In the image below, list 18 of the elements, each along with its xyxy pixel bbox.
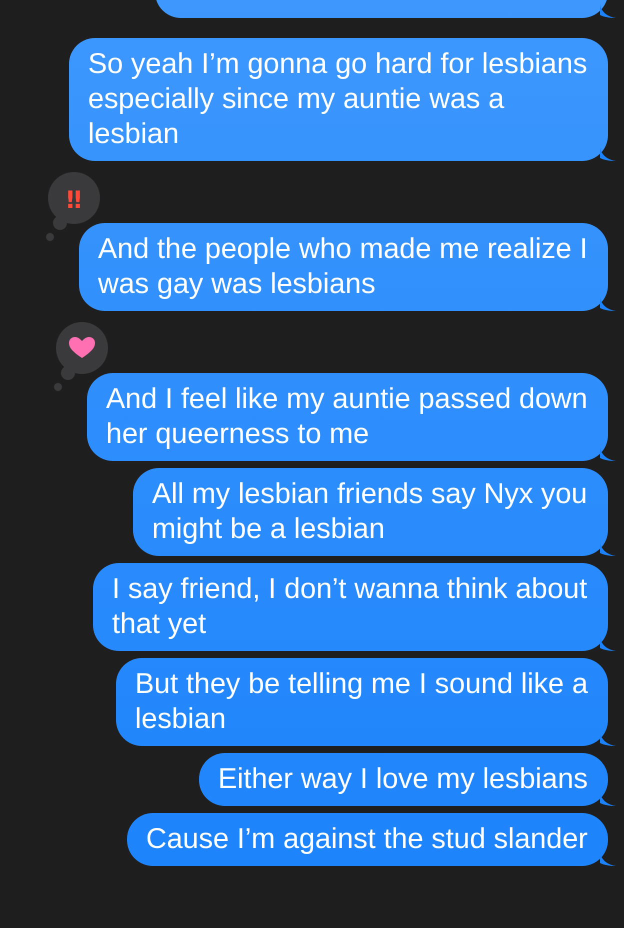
- message-bubble: Either way I love my lesbians: [199, 753, 608, 806]
- message-bubble: So yeah I’m gonna go hard for lesbians especially since my auntie was a lesbian: [69, 38, 608, 161]
- bubble-tail: [600, 732, 616, 746]
- bubble-tail: [600, 147, 616, 161]
- bubble-tail: [600, 637, 616, 651]
- message-bubble: I say friend, I don’t wanna think about that yet: [93, 563, 608, 651]
- reaction-badge[interactable]: [46, 172, 100, 241]
- message-bubble: But they be telling me I sound like a lesbian: [116, 658, 608, 746]
- message-bubble: And the people who made me realize I was gay was lesbians: [79, 223, 608, 311]
- bubble-tail: [600, 297, 616, 311]
- exclamation-icon: ‼: [66, 186, 82, 214]
- bubble-tail: [600, 542, 616, 556]
- message-bubble: And I feel like my auntie passed down her queerness to me: [87, 373, 608, 461]
- message-bubble: All my lesbian friends say Nyx you might be a lesbian: [133, 468, 608, 556]
- bubble-tail: [600, 447, 616, 461]
- bubble-tail: [600, 4, 616, 18]
- message-bubble: Cause I’m against the stud slander: [127, 813, 608, 866]
- heart-icon: [69, 337, 95, 358]
